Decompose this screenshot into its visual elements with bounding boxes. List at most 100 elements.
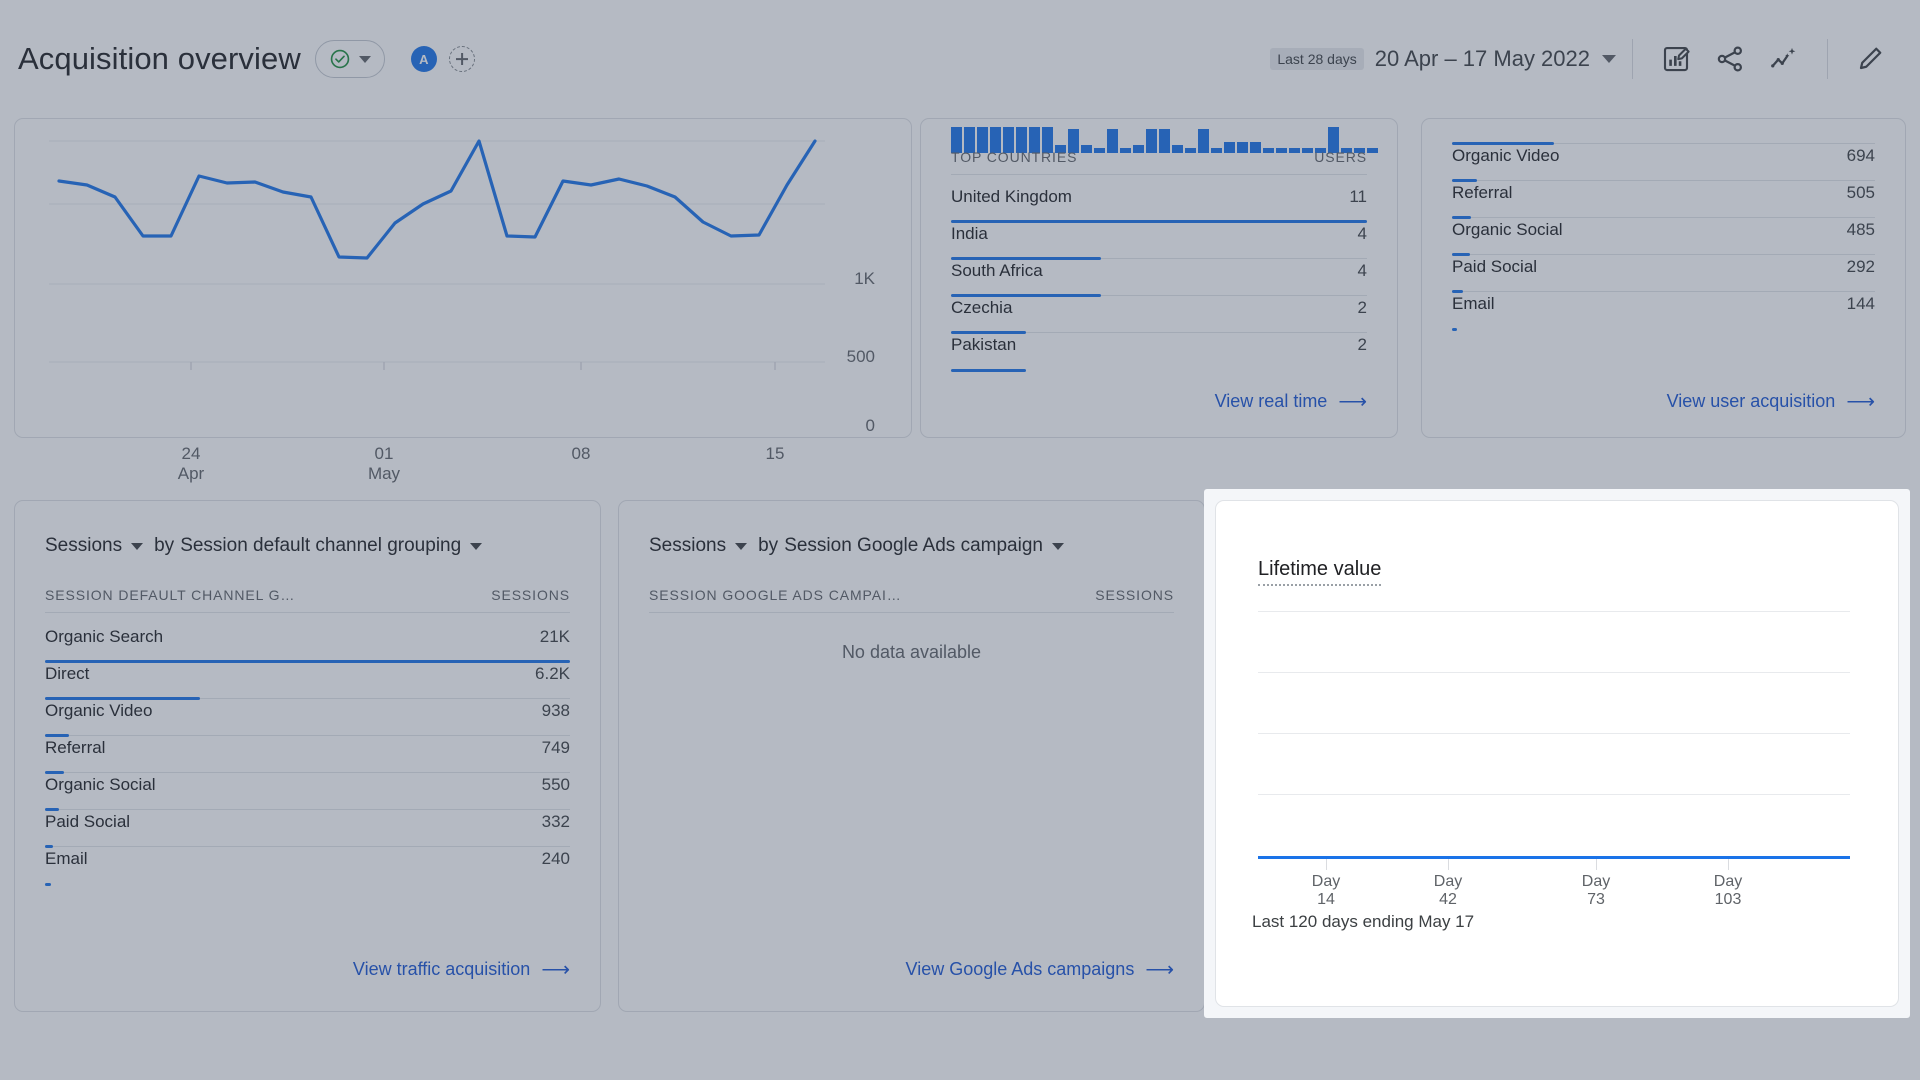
lv-xtick-mark xyxy=(1728,859,1729,870)
view-traffic-acquisition-link[interactable]: View traffic acquisition ⟶ xyxy=(353,959,570,980)
lv-gridline xyxy=(1258,794,1850,795)
table-row[interactable]: Organic Social 550 xyxy=(45,773,570,810)
row-label: United Kingdom xyxy=(951,187,1072,207)
row-label: South Africa xyxy=(951,261,1043,281)
channel-card-title: Sessions by Session default channel grou… xyxy=(45,535,482,557)
table-row[interactable]: United Kingdom 11 xyxy=(951,185,1367,222)
dimension-selector[interactable]: Session Google Ads campaign xyxy=(784,535,1043,557)
row-label: Email xyxy=(1452,294,1495,314)
row-value: 2 xyxy=(1358,335,1367,355)
users-chart-xtick-2: 08 xyxy=(531,444,631,464)
date-range-chevron-down-icon[interactable] xyxy=(1602,55,1616,63)
table-row[interactable]: Email 240 xyxy=(45,847,570,884)
table-row[interactable]: Organic Video 938 xyxy=(45,699,570,736)
dimension-prefix: by xyxy=(154,535,174,557)
table-row[interactable]: India 4 xyxy=(951,222,1367,259)
ads-empty-message: No data available xyxy=(619,642,1204,663)
users-line-chart[interactable]: 1K 500 0 24 Apr 01 May 08 15 xyxy=(15,119,911,437)
row-label: Organic Search xyxy=(45,627,163,647)
users-chart-xtick-3: 15 xyxy=(725,444,825,464)
table-row[interactable]: Organic Video 694 xyxy=(1452,144,1875,181)
lv-xtick-mark xyxy=(1326,859,1327,870)
row-label: Organic Video xyxy=(1452,146,1559,166)
row-value: 694 xyxy=(1847,146,1875,166)
metric-selector[interactable]: Sessions xyxy=(45,535,122,557)
lifetime-value-spotlight: Lifetime value Day 14 Day 42 Day 73 Day … xyxy=(1204,489,1910,1018)
table-row[interactable]: Referral 505 xyxy=(1452,181,1875,218)
dimension-prefix: by xyxy=(758,535,778,557)
row-label: Organic Social xyxy=(45,775,156,795)
row-value: 505 xyxy=(1847,183,1875,203)
view-google-ads-campaigns-label: View Google Ads campaigns xyxy=(906,959,1135,980)
avatar[interactable]: A xyxy=(411,46,437,72)
lv-xtick-0: Day 14 xyxy=(1281,873,1371,909)
lifetime-value-footer: Last 120 days ending May 17 xyxy=(1252,912,1474,932)
row-label: Pakistan xyxy=(951,335,1016,355)
table-row[interactable]: South Africa 4 xyxy=(951,259,1367,296)
realtime-table-header: TOP COUNTRIES USERS xyxy=(951,149,1367,175)
channel-table-header: SESSION DEFAULT CHANNEL G… SESSIONS xyxy=(45,587,570,613)
table-row[interactable]: Email 144 xyxy=(1452,292,1875,329)
dimension-selector[interactable]: Session default channel grouping xyxy=(180,535,461,557)
dimension-chevron-down-icon[interactable] xyxy=(470,543,482,550)
user-acquisition-card: Organic Video 694 Referral 505 Organic S… xyxy=(1421,118,1906,438)
view-google-ads-campaigns-link[interactable]: View Google Ads campaigns ⟶ xyxy=(906,959,1174,980)
ads-table-header: SESSION GOOGLE ADS CAMPAI… SESSIONS xyxy=(649,587,1174,613)
table-row[interactable]: Czechia 2 xyxy=(951,296,1367,333)
view-real-time-link[interactable]: View real time ⟶ xyxy=(1215,391,1367,412)
plus-icon[interactable] xyxy=(449,46,475,72)
table-row[interactable]: Paid Social 292 xyxy=(1452,255,1875,292)
header-divider-2 xyxy=(1827,39,1828,79)
row-value: 4 xyxy=(1358,224,1367,244)
users-line-chart-svg xyxy=(15,119,913,439)
sessions-by-google-ads-card: Sessions by Session Google Ads campaign … xyxy=(618,500,1205,1012)
row-value: 938 xyxy=(542,701,570,721)
header-actions: Last 28 days 20 Apr – 17 May 2022 xyxy=(1270,39,1898,79)
ads-col-metric: SESSIONS xyxy=(1095,587,1174,603)
table-row[interactable]: Organic Social 485 xyxy=(1452,218,1875,255)
row-label: Organic Video xyxy=(45,701,152,721)
row-value: 749 xyxy=(542,738,570,758)
view-real-time-label: View real time xyxy=(1215,391,1328,412)
row-value: 292 xyxy=(1847,257,1875,277)
table-row[interactable]: Pakistan 2 xyxy=(951,333,1367,370)
metric-chevron-down-icon[interactable] xyxy=(735,543,747,550)
row-value: 11 xyxy=(1349,187,1367,207)
lv-gridline xyxy=(1258,611,1850,612)
edit-report-icon[interactable] xyxy=(1661,44,1691,74)
avatar-initial: A xyxy=(419,52,428,67)
lifetime-value-title[interactable]: Lifetime value xyxy=(1258,558,1381,586)
table-row[interactable]: Organic Search 21K xyxy=(45,625,570,662)
sessions-by-channel-card: Sessions by Session default channel grou… xyxy=(14,500,601,1012)
view-user-acquisition-link[interactable]: View user acquisition ⟶ xyxy=(1667,391,1875,412)
metric-selector[interactable]: Sessions xyxy=(649,535,726,557)
metric-chevron-down-icon[interactable] xyxy=(131,543,143,550)
ads-card-title: Sessions by Session Google Ads campaign xyxy=(649,535,1064,557)
table-row[interactable]: Direct 6.2K xyxy=(45,662,570,699)
page-header: Acquisition overview A Last 28 days 20 A… xyxy=(0,0,1920,118)
users-chart-ytick-2: 0 xyxy=(815,416,875,436)
date-range-text[interactable]: 20 Apr – 17 May 2022 xyxy=(1375,46,1590,72)
insights-icon[interactable] xyxy=(1769,44,1799,74)
channel-col-dimension: SESSION DEFAULT CHANNEL G… xyxy=(45,587,295,603)
table-row-partial[interactable] xyxy=(1452,107,1875,144)
lv-xtick-2: Day 73 xyxy=(1551,873,1641,909)
pencil-icon[interactable] xyxy=(1856,44,1886,74)
comparison-chip[interactable] xyxy=(315,40,385,78)
dimension-chevron-down-icon[interactable] xyxy=(1052,543,1064,550)
lv-xtick-mark xyxy=(1596,859,1597,870)
users-chart-ytick-1: 500 xyxy=(815,347,875,367)
row-value: 485 xyxy=(1847,220,1875,240)
row-label: Direct xyxy=(45,664,89,684)
table-row[interactable]: Paid Social 332 xyxy=(45,810,570,847)
view-traffic-acquisition-label: View traffic acquisition xyxy=(353,959,530,980)
row-value: 6.2K xyxy=(535,664,570,684)
arrow-right-icon: ⟶ xyxy=(1846,392,1875,412)
lv-xtick-3: Day 103 xyxy=(1683,873,1773,909)
table-row[interactable]: Referral 749 xyxy=(45,736,570,773)
lifetime-value-card: Lifetime value Day 14 Day 42 Day 73 Day … xyxy=(1215,500,1899,1007)
share-icon[interactable] xyxy=(1715,44,1745,74)
channel-col-metric: SESSIONS xyxy=(491,587,570,603)
row-bar xyxy=(951,369,1026,372)
ads-col-dimension: SESSION GOOGLE ADS CAMPAI… xyxy=(649,587,902,603)
